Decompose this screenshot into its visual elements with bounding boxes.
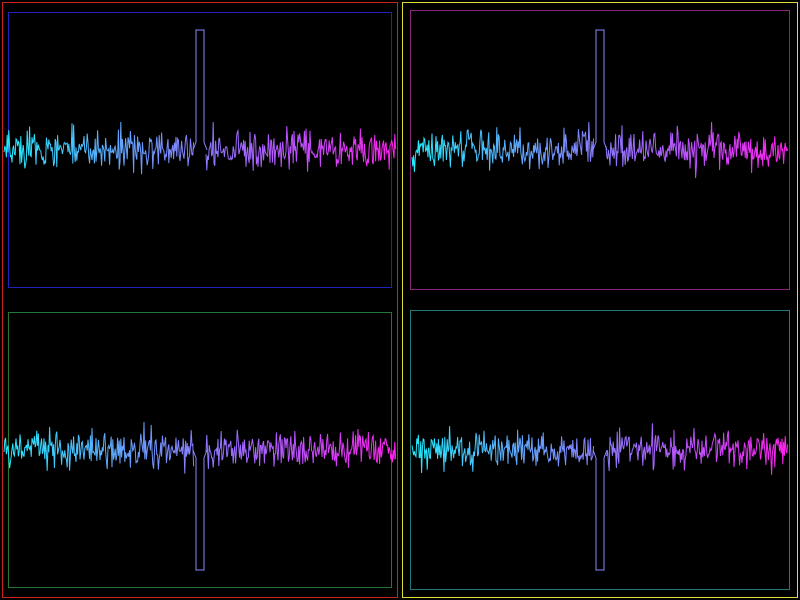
spike-pulse: [192, 29, 208, 151]
trace-segment-right: [205, 121, 397, 172]
trace-segment-left: [3, 121, 195, 175]
waveform-traces: [3, 29, 789, 571]
scope-viewport: [0, 0, 800, 600]
spike-pulse: [592, 29, 608, 151]
trace-segment-right: [605, 121, 789, 179]
trace-segment-left: [3, 421, 195, 474]
trace-segment-right: [605, 423, 789, 475]
spike-pulse: [592, 449, 608, 571]
trace-segment-left: [411, 121, 595, 172]
trace-segment-right: [205, 428, 397, 470]
spike-pulse: [192, 449, 208, 571]
trace-segment-left: [411, 426, 595, 474]
